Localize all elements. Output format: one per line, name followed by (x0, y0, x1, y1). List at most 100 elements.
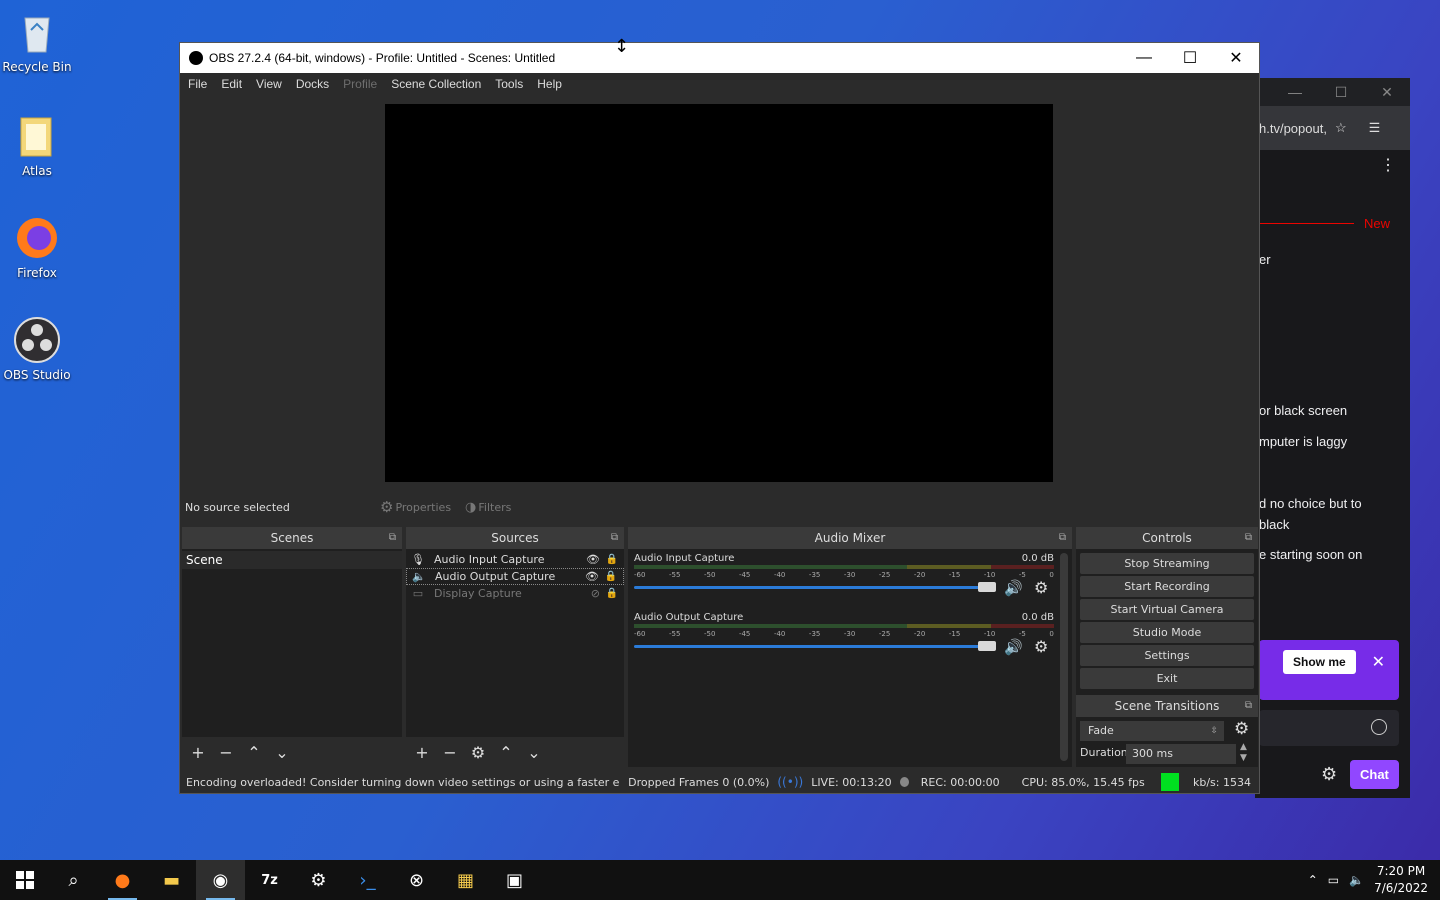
menu-file[interactable]: File (188, 77, 215, 91)
mixer-scrollbar[interactable] (1060, 553, 1068, 761)
emote-icon[interactable] (1371, 719, 1387, 735)
menu-docks[interactable]: Docks (296, 77, 337, 91)
transition-select[interactable]: Fade ⇳ (1080, 721, 1224, 741)
duration-spinner[interactable]: ▲ ▼ (1240, 742, 1247, 764)
lock-icon[interactable]: 🔒 (606, 554, 618, 565)
menu-icon[interactable]: ☰ (1369, 120, 1381, 136)
clock[interactable]: 7:20 PM 7/6/2022 (1374, 863, 1428, 897)
menu-help[interactable]: Help (537, 77, 570, 91)
start-button[interactable] (0, 860, 49, 900)
close-icon[interactable]: ✕ (1372, 652, 1385, 672)
undock-icon[interactable]: ⧉ (611, 527, 618, 549)
gear-icon[interactable]: ⚙ (1034, 637, 1048, 656)
start-recording-button[interactable]: Start Recording (1080, 576, 1254, 597)
taskbar-file-explorer[interactable]: ▬ (147, 860, 196, 900)
gear-icon: ⚙ (380, 498, 394, 516)
lock-icon[interactable]: 🔒 (605, 571, 617, 582)
move-up-icon[interactable]: ⌃ (496, 743, 516, 762)
maximize-button[interactable]: ☐ (1167, 48, 1213, 68)
taskbar-settings[interactable]: ⚙ (294, 860, 343, 900)
desktop-icon-obs-studio[interactable]: OBS Studio (2, 316, 72, 382)
volume-slider-handle[interactable] (978, 582, 996, 592)
taskbar-xbox[interactable]: ⊗ (392, 860, 441, 900)
stop-streaming-button[interactable]: Stop Streaming (1080, 553, 1254, 574)
taskbar-store[interactable]: ▦ (441, 860, 490, 900)
sources-dock-header: Sources ⧉ (406, 527, 624, 549)
move-down-icon[interactable]: ⌄ (524, 743, 544, 762)
undock-icon[interactable]: ⧉ (389, 527, 396, 549)
close-icon[interactable]: ✕ (1364, 84, 1410, 101)
source-item[interactable]: ▭ Display Capture ⊘ 🔒 (406, 585, 624, 602)
move-up-icon[interactable]: ⌃ (244, 743, 264, 762)
desktop-icon-atlas[interactable]: Atlas (2, 112, 72, 178)
settings-gear-icon[interactable]: ⚙ (1321, 764, 1337, 785)
minimize-icon[interactable]: — (1272, 84, 1318, 100)
controls-dock-header: Controls ⧉ (1076, 527, 1258, 549)
source-name: Display Capture (434, 587, 522, 600)
taskbar-firefox[interactable]: ● (98, 860, 147, 900)
close-button[interactable]: ✕ (1213, 48, 1259, 68)
eye-hidden-icon[interactable]: ⊘ (591, 587, 600, 600)
chevron-up-icon[interactable]: ⌃ (1308, 873, 1318, 887)
gear-icon[interactable]: ⚙ (468, 743, 488, 762)
eye-icon[interactable]: 👁 (586, 553, 600, 566)
more-options-icon[interactable]: ⋮ (1380, 155, 1396, 175)
desktop-icon-recycle-bin[interactable]: Recycle Bin (2, 8, 72, 74)
speaker-icon[interactable]: 🔊 (1004, 579, 1023, 597)
folder-icon: ▬ (162, 869, 180, 891)
powershell-icon: ›_ (359, 869, 376, 891)
menu-scene-collection[interactable]: Scene Collection (391, 77, 489, 91)
menu-profile[interactable]: Profile (343, 77, 385, 91)
minimize-button[interactable]: — (1121, 49, 1167, 67)
remove-icon[interactable]: − (216, 743, 236, 762)
taskbar-window[interactable]: ▣ (490, 860, 539, 900)
add-icon[interactable]: + (188, 743, 208, 762)
volume-slider[interactable] (634, 586, 996, 589)
star-icon[interactable]: ☆ (1335, 120, 1347, 136)
filters-button[interactable]: ◑ Filters (465, 500, 511, 515)
volume-slider[interactable] (634, 645, 996, 648)
show-me-button[interactable]: Show me (1283, 650, 1356, 674)
network-icon[interactable]: ▭ (1328, 873, 1339, 887)
chat-input[interactable] (1259, 710, 1399, 746)
tick-label: -15 (948, 571, 961, 579)
mixer-channel: Audio Input Capture 0.0 dB -60 -55 -50 -… (634, 553, 1054, 611)
tick-label: -10 (983, 630, 996, 638)
undock-icon[interactable]: ⧉ (1245, 527, 1252, 549)
properties-button[interactable]: ⚙ Properties (380, 498, 451, 516)
undock-icon[interactable]: ⧉ (1059, 527, 1066, 549)
scene-item[interactable]: Scene (182, 551, 402, 569)
studio-mode-button[interactable]: Studio Mode (1080, 622, 1254, 643)
add-icon[interactable]: + (412, 743, 432, 762)
menu-tools[interactable]: Tools (495, 77, 531, 91)
taskbar-powershell[interactable]: ›_ (343, 860, 392, 900)
exit-button[interactable]: Exit (1080, 668, 1254, 689)
preview-canvas[interactable] (385, 104, 1053, 482)
desktop-icon-firefox[interactable]: Firefox (2, 214, 72, 280)
eye-icon[interactable]: 👁 (585, 570, 599, 583)
menu-edit[interactable]: Edit (221, 77, 250, 91)
move-down-icon[interactable]: ⌄ (272, 743, 292, 762)
browser-urlbar[interactable]: h.tv/popout, ☆ ☰ (1255, 106, 1410, 150)
search-icon[interactable]: ⌕ (49, 860, 98, 900)
desktop-icon-label: OBS Studio (3, 368, 71, 382)
remove-icon[interactable]: − (440, 743, 460, 762)
source-item[interactable]: 🔈 Audio Output Capture 👁 🔒 (406, 568, 624, 585)
start-virtual-camera-button[interactable]: Start Virtual Camera (1080, 599, 1254, 620)
gear-icon[interactable]: ⚙ (1234, 719, 1249, 739)
speaker-icon[interactable]: 🔊 (1004, 638, 1023, 656)
duration-input[interactable]: 300 ms (1126, 744, 1236, 764)
taskbar-7zip[interactable]: 7z (245, 860, 294, 900)
taskbar-obs[interactable]: ◉ (196, 860, 245, 900)
lock-icon[interactable]: 🔒 (606, 588, 618, 599)
settings-button[interactable]: Settings (1080, 645, 1254, 666)
chat-button[interactable]: Chat (1350, 760, 1399, 789)
volume-slider-handle[interactable] (978, 641, 996, 651)
obs-titlebar[interactable]: OBS 27.2.4 (64-bit, windows) - Profile: … (180, 43, 1259, 73)
gear-icon[interactable]: ⚙ (1034, 578, 1048, 597)
undock-icon[interactable]: ⧉ (1245, 695, 1252, 717)
source-item[interactable]: 🎙 Audio Input Capture 👁 🔒 (406, 551, 624, 568)
maximize-icon[interactable]: ☐ (1318, 84, 1364, 101)
menu-view[interactable]: View (256, 77, 290, 91)
volume-muted-icon[interactable]: 🔈 (1349, 873, 1364, 887)
